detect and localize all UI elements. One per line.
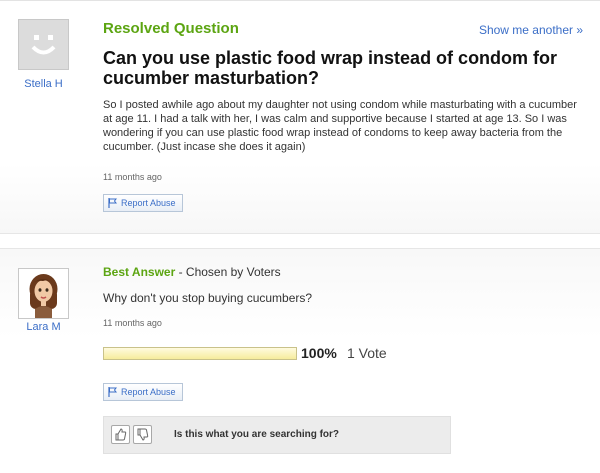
thumbs-down-icon xyxy=(137,428,149,441)
cartoon-woman-avatar-icon xyxy=(19,269,68,318)
chosen-by-label: Chosen by Voters xyxy=(185,265,281,279)
thumbs-up-icon xyxy=(115,428,127,441)
thumbs-up-button[interactable] xyxy=(111,425,130,444)
question-timestamp: 11 months ago xyxy=(103,172,162,182)
answerer-name[interactable]: Lara M xyxy=(0,321,87,333)
answer-body: Why don't you stop buying cucumbers? xyxy=(103,291,313,305)
best-answer-separator: - xyxy=(175,265,186,279)
best-answer-heading: Best Answer - Chosen by Voters xyxy=(103,265,281,279)
thumbs-down-button[interactable] xyxy=(133,425,152,444)
vote-progress-bar xyxy=(103,347,297,360)
best-answer-label: Best Answer xyxy=(103,265,176,279)
question-body: So I posted awhile ago about my daughter… xyxy=(103,99,577,153)
asker-name[interactable]: Stella H xyxy=(0,78,87,90)
vote-progress-fill xyxy=(104,348,296,359)
resolved-question-label: Resolved Question xyxy=(103,20,239,37)
question-title: Can you use plastic food wrap instead of… xyxy=(103,48,558,88)
search-feedback-bar: Is this what you are searching for? xyxy=(103,416,451,454)
report-abuse-button[interactable]: Report Abuse xyxy=(103,383,183,401)
report-abuse-label: Report Abuse xyxy=(121,387,176,397)
answer-timestamp: 11 months ago xyxy=(103,318,162,328)
search-feedback-question: Is this what you are searching for? xyxy=(174,429,340,440)
vote-count: 1 Vote xyxy=(347,345,387,361)
flag-icon xyxy=(108,198,117,208)
smiley-avatar-icon xyxy=(19,20,68,69)
vote-percent: 100% xyxy=(301,345,337,361)
answerer-avatar[interactable] xyxy=(18,268,69,319)
report-abuse-label: Report Abuse xyxy=(121,198,176,208)
report-abuse-button[interactable]: Report Abuse xyxy=(103,194,183,212)
asker-avatar[interactable] xyxy=(18,19,69,70)
flag-icon xyxy=(108,387,117,397)
show-me-another-link[interactable]: Show me another » xyxy=(479,23,583,37)
